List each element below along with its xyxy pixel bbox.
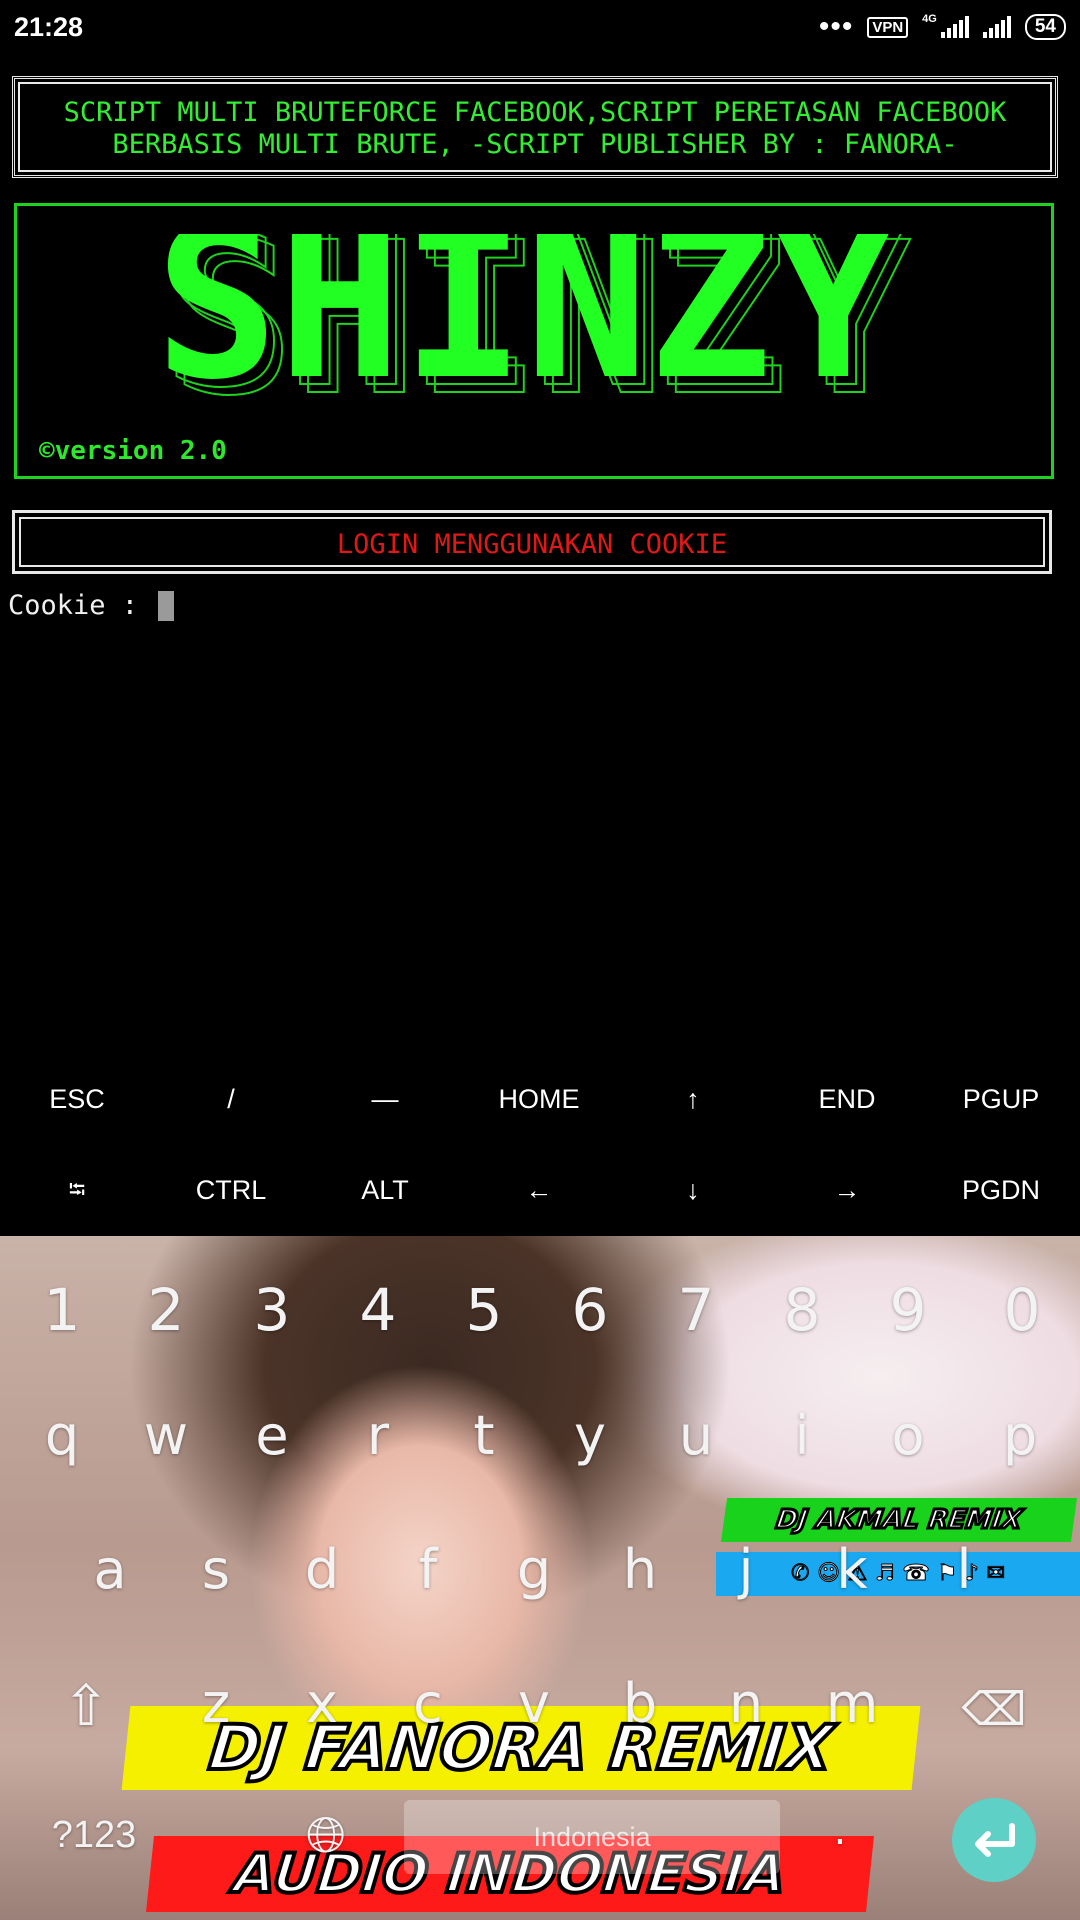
key-3[interactable]: 3 — [222, 1276, 322, 1344]
key-pgdn[interactable]: PGDN — [924, 1165, 1078, 1215]
signal-icon-2 — [982, 16, 1011, 38]
key-s[interactable]: s — [166, 1538, 266, 1601]
soft-keyboard: DJ AKMAL REMIX ✆ ☺ ⚠ ♬ ☎ ⚑ ♪ ✉ DJ FANORA… — [0, 1236, 1080, 1920]
key-h[interactable]: h — [590, 1538, 690, 1601]
key-tab-icon[interactable]: ⭾ — [0, 1165, 154, 1215]
key-pgup[interactable]: PGUP — [924, 1074, 1078, 1124]
cookie-prompt: Cookie : — [8, 590, 155, 621]
shinzy-logo: SHINZY SHINZY SHINZY — [167, 234, 912, 404]
text-cursor — [158, 590, 175, 621]
banner-line-2: BERBASIS MULTI BRUTE, -SCRIPT PUBLISHER … — [112, 129, 958, 160]
key-y[interactable]: y — [540, 1404, 640, 1467]
enter-button[interactable] — [952, 1798, 1036, 1882]
key-n[interactable]: n — [696, 1672, 796, 1735]
key-right-arrow-icon[interactable]: → — [770, 1165, 924, 1215]
status-bar: 21:28 ••• VPN 4G 54 — [0, 0, 1080, 58]
key-dash[interactable]: — — [308, 1074, 462, 1124]
key-0[interactable]: 0 — [972, 1276, 1072, 1344]
key-p[interactable]: p — [970, 1404, 1070, 1467]
more-notifications-icon: ••• — [818, 10, 854, 43]
key-9[interactable]: 9 — [858, 1276, 958, 1344]
key-b[interactable]: b — [590, 1672, 690, 1735]
key-8[interactable]: 8 — [752, 1276, 852, 1344]
logo-text: SHINZY — [167, 234, 895, 404]
key-o[interactable]: o — [858, 1404, 958, 1467]
key-5[interactable]: 5 — [434, 1276, 534, 1344]
key-left-arrow-icon[interactable]: ← — [462, 1165, 616, 1215]
key-6[interactable]: 6 — [540, 1276, 640, 1344]
banner-text: SCRIPT MULTI BRUTEFORCE FACEBOOK,SCRIPT … — [15, 97, 1055, 161]
banner-line-1: SCRIPT MULTI BRUTEFORCE FACEBOOK,SCRIPT … — [63, 97, 1007, 128]
key-q[interactable]: q — [12, 1404, 112, 1467]
vpn-icon: VPN — [867, 16, 909, 38]
key-w[interactable]: w — [116, 1404, 216, 1467]
key-l[interactable]: l — [914, 1538, 1014, 1601]
key-slash[interactable]: / — [154, 1074, 308, 1124]
script-banner: SCRIPT MULTI BRUTEFORCE FACEBOOK,SCRIPT … — [12, 76, 1058, 178]
key-f[interactable]: f — [378, 1538, 478, 1601]
key-z[interactable]: z — [166, 1672, 266, 1735]
key-m[interactable]: m — [802, 1672, 902, 1735]
key-end[interactable]: END — [770, 1074, 924, 1124]
key-4[interactable]: 4 — [328, 1276, 428, 1344]
symbols-key[interactable]: ?123 — [34, 1814, 154, 1857]
key-r[interactable]: r — [328, 1404, 428, 1467]
key-esc[interactable]: ESC — [0, 1074, 154, 1124]
key-k[interactable]: k — [802, 1538, 902, 1601]
key-alt[interactable]: ALT — [308, 1165, 462, 1215]
key-v[interactable]: v — [484, 1672, 584, 1735]
key-x[interactable]: x — [272, 1672, 372, 1735]
backspace-icon[interactable]: ⌫ — [944, 1682, 1044, 1736]
key-t[interactable]: t — [434, 1404, 534, 1467]
space-bar-label: Indonesia — [533, 1822, 651, 1852]
key-g[interactable]: g — [484, 1538, 584, 1601]
clock: 21:28 — [14, 12, 84, 42]
network-type: 4G — [922, 13, 937, 25]
key-e[interactable]: e — [222, 1404, 322, 1467]
key-down-arrow-icon[interactable]: ↓ — [616, 1165, 770, 1215]
login-header: LOGIN MENGGUNAKAN COOKIE — [12, 510, 1052, 574]
signal-icon — [940, 16, 969, 38]
status-icons: ••• VPN 4G 54 — [818, 10, 1066, 43]
key-home[interactable]: HOME — [462, 1074, 616, 1124]
key-2[interactable]: 2 — [116, 1276, 216, 1344]
key-i[interactable]: i — [752, 1404, 852, 1467]
globe-icon[interactable]: 🌐︎ — [276, 1806, 376, 1865]
version-label: ©version 2.0 — [39, 436, 227, 466]
key-a[interactable]: a — [60, 1538, 160, 1601]
wallpaper-sticker-akmal: DJ AKMAL REMIX — [720, 1498, 1078, 1542]
key-u[interactable]: u — [646, 1404, 746, 1467]
key-d[interactable]: d — [272, 1538, 372, 1601]
key-1[interactable]: 1 — [12, 1276, 112, 1344]
cookie-input[interactable]: Cookie : — [8, 590, 175, 621]
key-ctrl[interactable]: CTRL — [154, 1165, 308, 1215]
key-j[interactable]: j — [696, 1538, 796, 1601]
logo-box: SHINZY SHINZY SHINZY ©version 2.0 — [14, 203, 1054, 479]
key-period[interactable]: . — [810, 1808, 870, 1854]
key-7[interactable]: 7 — [646, 1276, 746, 1344]
enter-icon — [975, 1823, 1015, 1857]
battery-icon: 54 — [1024, 14, 1066, 40]
key-c[interactable]: c — [378, 1672, 478, 1735]
login-title: LOGIN MENGGUNAKAN COOKIE — [336, 529, 728, 560]
key-up-arrow-icon[interactable]: ↑ — [616, 1074, 770, 1124]
shift-icon[interactable]: ⇧ — [36, 1674, 136, 1739]
